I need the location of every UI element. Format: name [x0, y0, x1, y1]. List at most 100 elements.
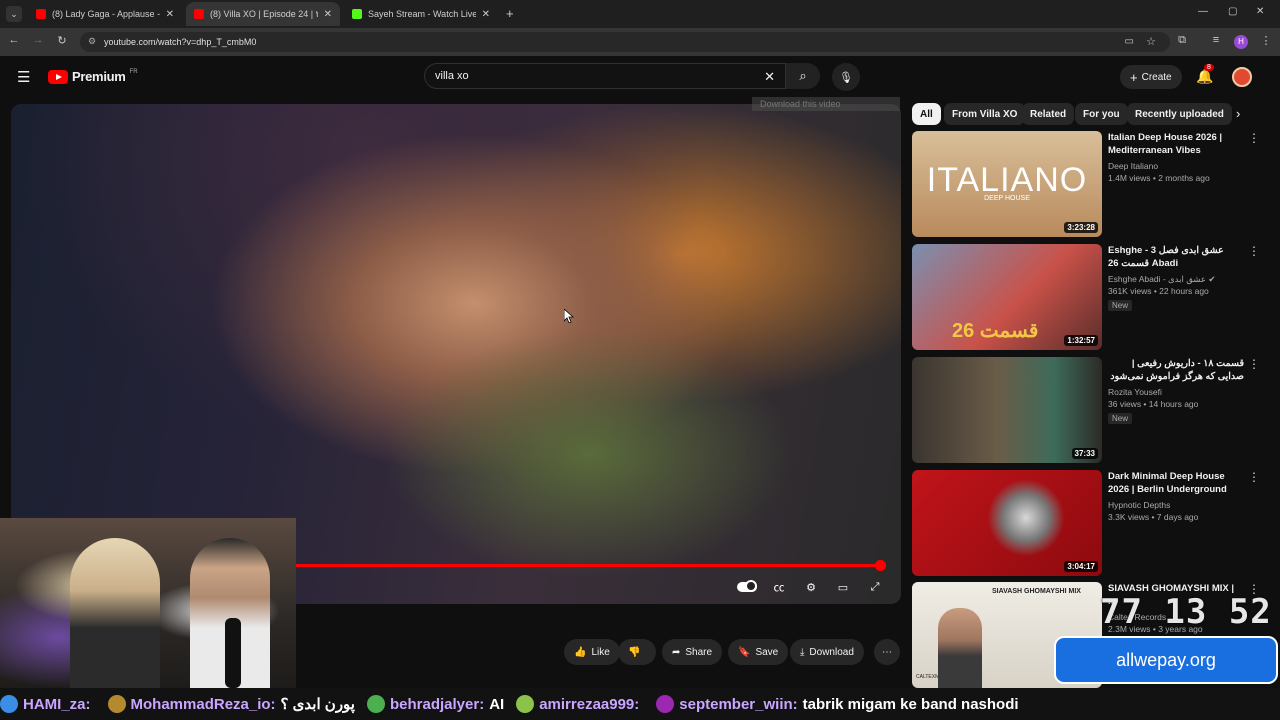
- recommendation-item[interactable]: قسمت 26 1:32:57 Eshghe - عشق ابدی فصل 3 …: [912, 244, 1262, 350]
- bookmark-icon: 🔖: [738, 646, 751, 658]
- ticker-message: behradjalyer: AI: [366, 695, 504, 713]
- person-left: [70, 538, 160, 688]
- tab-villa-xo[interactable]: (8) Villa XO | Episode 24 | ۲۴ قسمت ✕: [186, 2, 340, 26]
- channel-name[interactable]: Rozita Yousefi: [1108, 387, 1162, 397]
- download-overlay-label: Download this video: [760, 99, 841, 109]
- profile-avatar[interactable]: H: [1234, 35, 1248, 49]
- tab-close-icon[interactable]: ✕: [324, 9, 332, 20]
- tab-title: Sayeh Stream - Watch Live on K: [368, 9, 476, 19]
- video-title[interactable]: Italian Deep House 2026 | Mediterranean …: [1108, 131, 1244, 157]
- new-badge: New: [1108, 413, 1133, 424]
- video-title[interactable]: Eshghe - عشق ابدی فصل 3 قسمت 26 Abadi: [1108, 244, 1244, 270]
- recommendation-item[interactable]: ITALIANO DEEP HOUSE 3:23:28 Italian Deep…: [912, 131, 1262, 237]
- kick-favicon-icon: [352, 9, 362, 19]
- account-avatar[interactable]: [1232, 67, 1252, 87]
- download-button[interactable]: ⤓ Download: [790, 639, 864, 665]
- duration-badge: 37:33: [1071, 448, 1098, 459]
- share-icon: ➦: [672, 646, 681, 658]
- thumbnail-subtitle-text: DEEP HOUSE: [984, 195, 1030, 202]
- captions-icon[interactable]: ㏄: [767, 578, 791, 596]
- video-title[interactable]: Dark Minimal Deep House 2026 | Berlin Un…: [1108, 470, 1244, 496]
- new-badge: New: [1108, 300, 1133, 311]
- search-button[interactable]: ⌕: [786, 63, 820, 89]
- site-info-icon[interactable]: ⚙: [88, 36, 96, 47]
- youtube-play-icon: [48, 69, 68, 84]
- browser-menu-icon[interactable]: ⋮: [1258, 34, 1274, 47]
- logo-region: FR: [129, 68, 138, 75]
- media-controls-icon[interactable]: ≡: [1208, 34, 1224, 46]
- channel-name[interactable]: Deep Italiano: [1108, 161, 1158, 171]
- progress-bar[interactable]: [296, 560, 887, 571]
- duration-badge: 1:32:57: [1064, 335, 1098, 346]
- extensions-icon[interactable]: ⧉: [1174, 34, 1190, 47]
- browser-toolbar: ← → ↻ ⚙ youtube.com/watch?v=dhp_T_cmbM0 …: [0, 28, 1280, 56]
- settings-gear-icon[interactable]: ⚙: [799, 578, 823, 596]
- voice-search-button[interactable]: 🎙: [832, 63, 860, 91]
- video-thumbnail[interactable]: 3:04:17: [912, 470, 1102, 576]
- chip-all[interactable]: All: [912, 103, 941, 125]
- more-vertical-icon[interactable]: ⋮: [1248, 131, 1260, 145]
- thumbnail-title-text: SIAVASH GHOMAYSHI MIX: [992, 588, 1081, 595]
- recommendation-item[interactable]: 3:04:17 Dark Minimal Deep House 2026 | B…: [912, 470, 1262, 576]
- youtube-premium-logo[interactable]: Premium FR: [48, 69, 138, 84]
- more-vertical-icon[interactable]: ⋮: [1248, 244, 1260, 258]
- clear-search-icon[interactable]: ✕: [764, 69, 775, 85]
- channel-name[interactable]: Eshghe Abadi - عشق ابدی ✔: [1108, 274, 1215, 285]
- autoplay-toggle[interactable]: [735, 578, 759, 596]
- fullscreen-icon[interactable]: ⤢: [863, 578, 887, 596]
- tab-search-button[interactable]: ⌄: [6, 6, 22, 22]
- chip-from-villa-xo[interactable]: From Villa XO: [944, 103, 1026, 125]
- address-bar[interactable]: ⚙ youtube.com/watch?v=dhp_T_cmbM0 ▭ ☆: [80, 32, 1170, 52]
- video-meta: 1.4M views • 2 months ago: [1108, 173, 1210, 183]
- chip-for-you[interactable]: For you: [1075, 103, 1128, 125]
- theater-mode-icon[interactable]: ▭: [831, 578, 855, 596]
- cast-icon[interactable]: ▭: [1125, 36, 1134, 47]
- minimize-icon[interactable]: —: [1198, 6, 1208, 17]
- portrait-image: [938, 608, 982, 688]
- chip-related[interactable]: Related: [1022, 103, 1075, 125]
- more-actions-button[interactable]: ⋯: [874, 639, 900, 665]
- like-button[interactable]: 👍 Like: [564, 639, 620, 665]
- share-button[interactable]: ➦ Share: [662, 639, 723, 665]
- ticker-username: MohammadReza_io:: [130, 695, 276, 713]
- maximize-icon[interactable]: ▢: [1228, 6, 1237, 17]
- tab-lady-gaga[interactable]: (8) Lady Gaga - Applause - You ✕: [28, 2, 182, 26]
- reload-icon[interactable]: ↻: [54, 34, 70, 47]
- chips-next-chevron-icon[interactable]: ›: [1236, 106, 1240, 121]
- tab-sayeh-stream[interactable]: Sayeh Stream - Watch Live on K ✕: [344, 2, 498, 26]
- bookmark-star-icon[interactable]: ☆: [1146, 35, 1156, 48]
- duration-badge: 3:04:17: [1064, 561, 1098, 572]
- more-vertical-icon[interactable]: ⋮: [1248, 470, 1260, 484]
- stream-clock-overlay: 77 13 52: [1100, 592, 1272, 632]
- video-title[interactable]: قسمت ۱۸ - داریوش رفیعی | صدایی که هرگز ف…: [1108, 357, 1244, 383]
- thumbs-down-icon: 👎: [628, 646, 641, 658]
- more-vertical-icon[interactable]: ⋮: [1248, 357, 1260, 371]
- microphone-icon: 🎙: [839, 71, 853, 84]
- video-thumbnail[interactable]: قسمت 26 1:32:57: [912, 244, 1102, 350]
- channel-name[interactable]: Hypnotic Depths: [1108, 500, 1170, 510]
- video-meta: 3.3K views • 7 days ago: [1108, 512, 1199, 522]
- forward-icon[interactable]: →: [30, 34, 46, 46]
- chat-ticker: HAMI_za: MohammadReza_io: پورن ابدی ؟ be…: [0, 688, 1280, 720]
- share-label: Share: [685, 646, 713, 658]
- create-label: Create: [1141, 71, 1172, 83]
- dislike-button[interactable]: 👎: [618, 639, 656, 665]
- notifications-button[interactable]: 🔔 8: [1196, 64, 1214, 85]
- video-thumbnail[interactable]: ITALIANO DEEP HOUSE 3:23:28: [912, 131, 1102, 237]
- youtube-favicon-icon: [36, 9, 46, 19]
- hamburger-menu-icon[interactable]: ☰: [17, 68, 30, 86]
- tab-close-icon[interactable]: ✕: [482, 9, 490, 20]
- create-button[interactable]: + Create: [1120, 65, 1182, 89]
- back-icon[interactable]: ←: [6, 34, 22, 46]
- recommendation-item[interactable]: 37:33 قسمت ۱۸ - داریوش رفیعی | صدایی که …: [912, 357, 1262, 463]
- save-button[interactable]: 🔖 Save: [728, 639, 789, 665]
- close-window-icon[interactable]: ✕: [1256, 6, 1264, 17]
- new-tab-button[interactable]: +: [506, 6, 514, 21]
- ticker-username: amirrezaa999:: [539, 695, 640, 713]
- chip-recently-uploaded[interactable]: Recently uploaded: [1127, 103, 1232, 125]
- tab-close-icon[interactable]: ✕: [166, 9, 174, 20]
- download-video-overlay[interactable]: Download this video: [752, 97, 900, 111]
- search-input[interactable]: villa xo ✕: [424, 63, 786, 89]
- tab-title: (8) Villa XO | Episode 24 | ۲۴ قسمت: [210, 8, 318, 19]
- video-thumbnail[interactable]: 37:33: [912, 357, 1102, 463]
